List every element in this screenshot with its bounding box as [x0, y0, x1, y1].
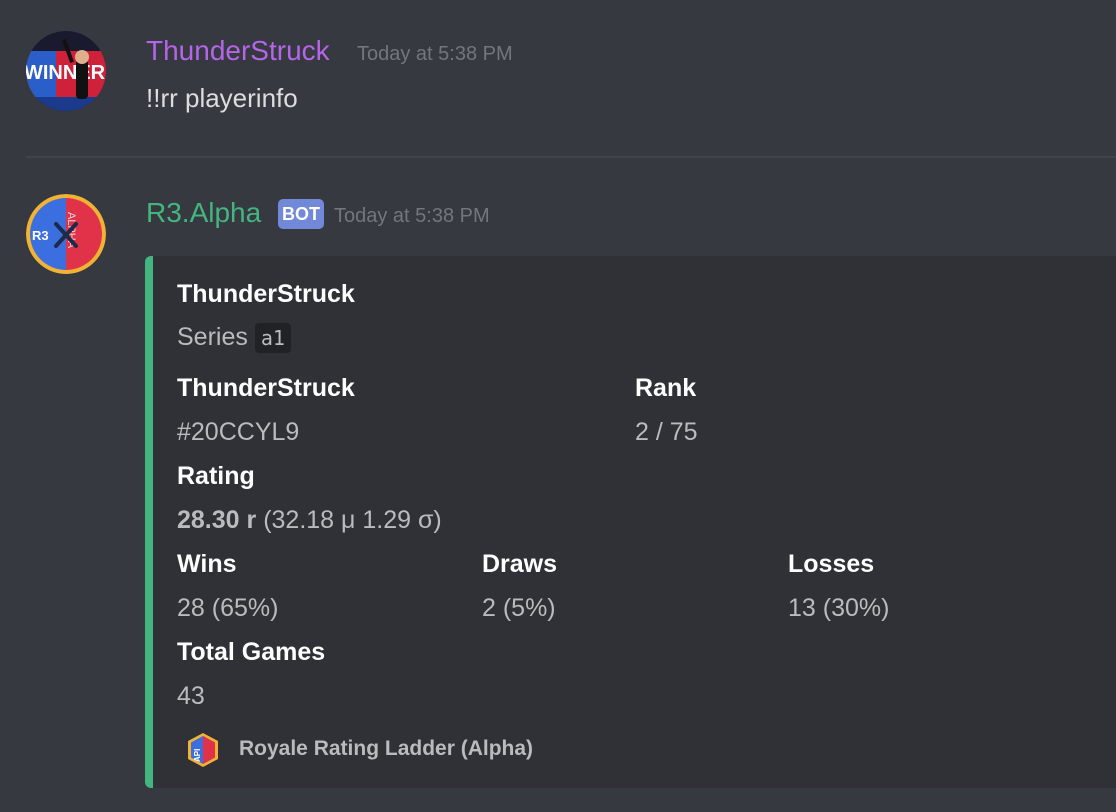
- field-wins-label: Wins: [177, 550, 237, 578]
- field-total-label: Total Games: [177, 638, 326, 666]
- rating-score: 28.30 r: [177, 506, 257, 534]
- field-losses-label: Losses: [788, 550, 875, 578]
- user-avatar-image: WINNER: [26, 31, 106, 111]
- field-wins-value: 28 (65%): [177, 594, 279, 622]
- field-total-value: 43: [177, 682, 205, 710]
- field-rank-label: Rank: [635, 374, 697, 402]
- field-player-tag: #20CCYL9: [177, 418, 300, 446]
- embed-author: ThunderStruck: [177, 280, 355, 308]
- field-rank-value: 2 / 75: [635, 418, 698, 446]
- bot-message-timestamp[interactable]: Today at 5:38 PM: [334, 204, 490, 228]
- bot-avatar-r3: R3: [32, 228, 49, 243]
- field-rating-label: Rating: [177, 462, 255, 490]
- bot-badge: BOT: [278, 199, 324, 229]
- bot-avatar-image: R3 ALPHA: [26, 194, 106, 274]
- field-draws-value: 2 (5%): [482, 594, 556, 622]
- message-author[interactable]: ThunderStruck: [146, 34, 330, 68]
- rich-embed: ThunderStruck Series a1 ThunderStruck #2…: [145, 256, 1116, 788]
- bot-author[interactable]: R3.Alpha: [146, 196, 261, 230]
- message-timestamp[interactable]: Today at 5:38 PM: [357, 42, 513, 66]
- message-divider: [26, 156, 1116, 158]
- footer-api-icon: API: [185, 732, 221, 768]
- embed-description: Series a1: [177, 322, 291, 353]
- message-content: !!rr playerinfo: [146, 83, 298, 113]
- embed-footer-text: Royale Rating Ladder (Alpha): [239, 737, 534, 760]
- series-code: a1: [254, 323, 291, 353]
- embed-description-prefix: Series: [177, 323, 248, 351]
- field-losses-value: 13 (30%): [788, 594, 890, 622]
- avatar-banner-text: WINNER: [26, 62, 106, 84]
- user-avatar[interactable]: WINNER: [26, 31, 106, 111]
- field-draws-label: Draws: [482, 550, 558, 578]
- rating-detail: (32.18 μ 1.29 σ): [263, 506, 442, 534]
- field-player-name: ThunderStruck: [177, 374, 355, 402]
- chat-channel: WINNER ThunderStruck Today at 5:38 PM !!…: [0, 0, 1116, 812]
- field-rating-value: 28.30 r (32.18 μ 1.29 σ): [177, 505, 442, 535]
- bot-avatar[interactable]: R3 ALPHA: [26, 194, 106, 274]
- footer-icon-text: API: [193, 749, 202, 762]
